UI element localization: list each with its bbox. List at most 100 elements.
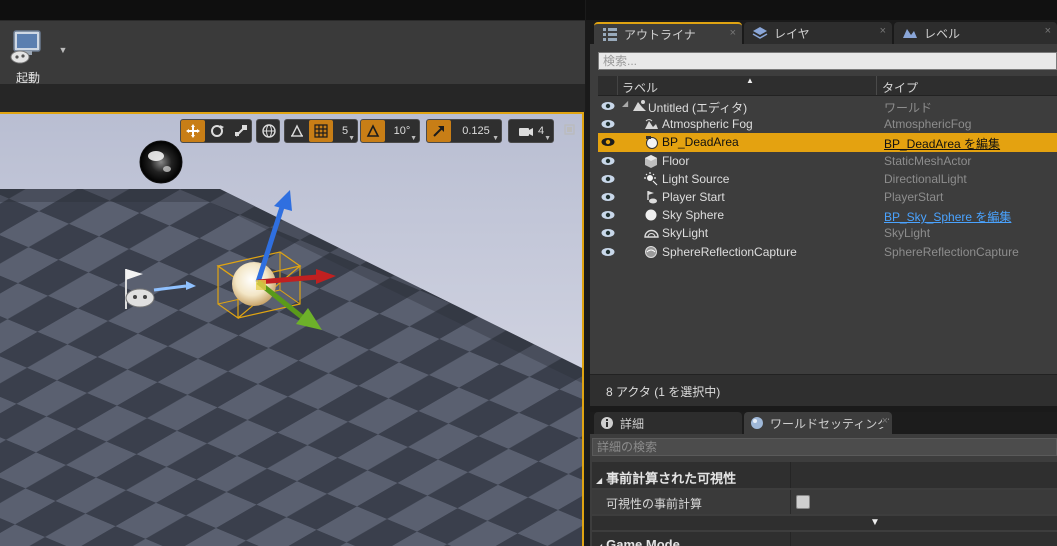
label-column-header[interactable]: ラベル <box>622 79 658 96</box>
outliner-item-name: Atmospheric Fog <box>662 117 753 132</box>
launch-button[interactable]: 起動 <box>4 27 52 85</box>
list-item[interactable]: Light Source DirectionalLight <box>598 170 1057 188</box>
blueprint-sphere-icon <box>646 136 658 150</box>
outliner-rows: ◢ Untitled (エディタ) ワールド Atmospheric Fog A… <box>598 97 1057 261</box>
collapse-arrow-icon[interactable]: ◢ <box>622 99 628 108</box>
viewport-scene[interactable] <box>0 114 584 546</box>
visibility-column-header[interactable] <box>598 76 618 95</box>
type-column-header[interactable]: タイプ <box>882 79 918 96</box>
outliner-item-name: Floor <box>662 153 690 168</box>
tab-world-settings-label: ワールドセッティング <box>770 416 890 431</box>
camera-speed-button[interactable]: 4 ▼ <box>509 120 553 142</box>
rotation-snap-value[interactable]: 10° ▼ <box>385 120 419 142</box>
camera-speed-chevron-down-icon: ▼ <box>544 135 551 142</box>
outliner-item-type: AtmosphericFog <box>884 117 972 132</box>
eye-icon[interactable] <box>601 137 615 147</box>
grid-snap-chevron-down-icon: ▼ <box>348 135 355 142</box>
grid-snap-toggle[interactable] <box>309 120 333 142</box>
edit-blueprint-link[interactable]: BP_DeadArea を編集 <box>884 135 1000 152</box>
close-icon[interactable]: × <box>880 25 886 37</box>
scale-mode-button[interactable] <box>229 120 253 142</box>
tab-outliner[interactable]: アウトライナ × <box>594 22 742 44</box>
grid-icon <box>314 124 328 138</box>
category-label: 事前計算された可視性 <box>606 471 737 486</box>
details-search-input[interactable]: 詳細の検索 <box>592 438 1057 456</box>
world-outliner: 検索... ラベル ▲ タイプ ◢ Untitled (エディタ) ワールド A… <box>590 44 1057 406</box>
grid-snap-group: 5 ▼ <box>284 119 358 143</box>
camera-speed-group: 4 ▼ <box>508 119 554 143</box>
outliner-item-name: Light Source <box>662 171 730 186</box>
eye-icon[interactable] <box>601 156 615 166</box>
skylight-icon <box>644 230 659 239</box>
player-start-icon <box>647 190 657 204</box>
edit-blueprint-link[interactable]: BP_Sky_Sphere を編集 <box>884 208 1011 225</box>
scale-snap-icon <box>433 126 444 137</box>
tab-levels-label: レベル <box>924 26 961 41</box>
outliner-item-type: SkyLight <box>884 226 931 241</box>
close-icon[interactable]: × <box>1045 25 1051 37</box>
grid-snap-value[interactable]: 5 ▼ <box>333 120 357 142</box>
viewport-header <box>0 84 585 112</box>
tab-layers-label: レイヤ <box>774 26 810 41</box>
category-game-mode[interactable]: ◢ Game Mode <box>592 532 1057 546</box>
rotation-snap-toggle[interactable] <box>361 120 385 142</box>
eye-icon[interactable] <box>601 192 615 202</box>
eye-icon[interactable] <box>601 101 615 111</box>
surface-snap-icon <box>291 124 303 137</box>
scale-snap-chevron-down-icon: ▼ <box>492 135 499 142</box>
list-item[interactable]: SphereReflectionCapture SphereReflection… <box>598 243 1057 261</box>
close-icon[interactable]: × <box>730 27 736 39</box>
outliner-item-name: Untitled (エディタ) <box>648 101 748 115</box>
actor-count-text: 8 アクタ (1 を選択中) <box>606 385 721 399</box>
eye-icon[interactable] <box>601 174 615 184</box>
list-item[interactable]: BP_DeadArea BP_DeadArea を編集 <box>598 133 1057 152</box>
world-space-button[interactable] <box>257 120 281 142</box>
eye-icon[interactable] <box>601 247 615 257</box>
column-divider <box>790 462 791 488</box>
tab-details[interactable]: 詳細 <box>594 412 742 434</box>
outliner-item-name: Player Start <box>662 189 725 204</box>
level-viewport[interactable]: 5 ▼ 10° ▼ 0.125 ▼ 4 ▼ <box>0 112 584 546</box>
tab-outliner-label: アウトライナ <box>624 27 696 42</box>
category-precomputed-visibility[interactable]: ◢ 事前計算された可視性 <box>592 462 1057 488</box>
outliner-search-input[interactable]: 検索... <box>598 52 1057 70</box>
list-item[interactable]: Floor StaticMeshActor <box>598 152 1057 170</box>
surface-snap-button[interactable] <box>285 120 309 142</box>
list-item[interactable]: Sky Sphere BP_Sky_Sphere を編集 <box>598 206 1057 224</box>
right-title-strip <box>586 0 1057 20</box>
eye-icon[interactable] <box>601 210 615 220</box>
list-item[interactable]: Atmospheric Fog AtmosphericFog <box>598 115 1057 133</box>
launch-icon <box>10 30 41 64</box>
translate-mode-button[interactable] <box>181 120 205 142</box>
outliner-item-type: DirectionalLight <box>884 171 967 186</box>
scale-snap-toggle[interactable] <box>427 120 451 142</box>
launch-options-chevron-icon[interactable]: ▼ <box>56 43 70 57</box>
close-icon[interactable]: × <box>881 415 888 427</box>
tab-details-label: 詳細 <box>620 416 645 431</box>
info-icon <box>601 417 613 429</box>
collapse-arrow-icon: ◢ <box>596 476 603 485</box>
column-divider[interactable] <box>876 76 877 95</box>
chevron-down-icon: ▼ <box>870 517 880 528</box>
outliner-header: ラベル ▲ タイプ <box>598 76 1057 96</box>
list-item[interactable]: SkyLight SkyLight <box>598 224 1057 242</box>
tab-layers[interactable]: レイヤ × <box>744 22 892 44</box>
tab-world-settings[interactable]: ワールドセッティング × <box>744 412 892 434</box>
sky-sphere-gizmo-icon[interactable] <box>139 140 183 184</box>
outliner-icon <box>603 28 617 41</box>
list-item[interactable]: ◢ Untitled (エディタ) ワールド <box>598 97 1057 115</box>
outliner-item-name: Sky Sphere <box>662 208 725 223</box>
maximize-icon <box>563 123 575 135</box>
scale-snap-group: 0.125 ▼ <box>426 119 502 143</box>
precompute-visibility-checkbox[interactable] <box>796 495 810 509</box>
tab-levels[interactable]: レベル × <box>894 22 1057 44</box>
maximize-viewport-button[interactable] <box>562 122 576 136</box>
transform-mode-group <box>180 119 252 143</box>
list-item[interactable]: Player Start PlayerStart <box>598 188 1057 206</box>
advanced-expander[interactable]: ▼ <box>592 516 1057 530</box>
category-label: Game Mode <box>606 537 680 546</box>
rotate-mode-button[interactable] <box>205 120 229 142</box>
eye-icon[interactable] <box>601 119 615 129</box>
eye-icon[interactable] <box>601 228 615 238</box>
scale-snap-value[interactable]: 0.125 ▼ <box>451 120 501 142</box>
